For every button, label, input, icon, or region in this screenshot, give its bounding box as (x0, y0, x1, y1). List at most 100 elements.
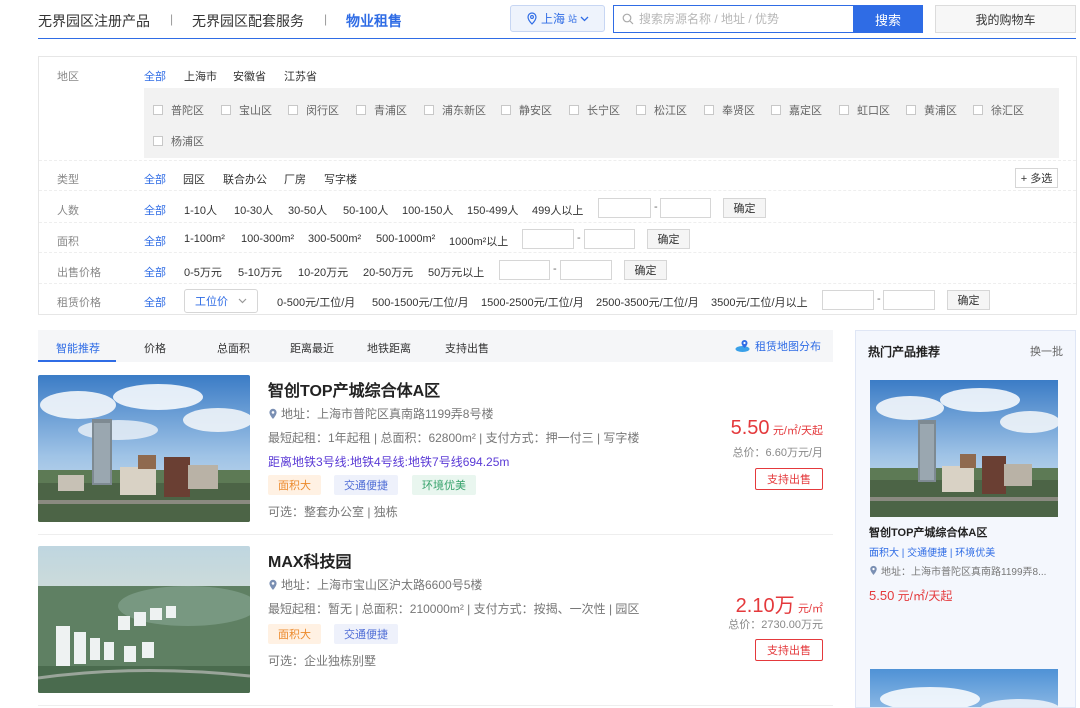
sale-price-option[interactable]: 0-5万元 (184, 264, 222, 280)
district-checkbox[interactable]: 徐汇区 (973, 102, 1024, 118)
area-option[interactable]: 300-500m² (308, 233, 361, 245)
filter-row-area: 面积 全部 1-100m² 100-300m² 300-500m² 500-10… (39, 225, 1076, 253)
type-option[interactable]: 联合办公 (223, 171, 267, 187)
people-option[interactable]: 1-10人 (184, 202, 217, 218)
region-option-anhui[interactable]: 安徽省 (233, 68, 266, 84)
hot-product-price: 5.50 元/㎡/天起 (869, 587, 952, 604)
search-input[interactable] (639, 12, 849, 26)
support-sale-button[interactable]: 支持出售 (755, 468, 823, 490)
people-option[interactable]: 10-30人 (234, 202, 273, 218)
listing-image[interactable] (38, 375, 250, 522)
district-checkbox[interactable]: 黄浦区 (906, 102, 957, 118)
district-checkbox[interactable]: 宝山区 (221, 102, 272, 118)
district-box: 普陀区 宝山区 闵行区 青浦区 浦东新区 静安区 长宁区 松江区 奉贤区 嘉定区… (144, 88, 1059, 158)
area-option[interactable]: 500-1000m² (376, 233, 435, 245)
region-option-all[interactable]: 全部 (144, 68, 166, 84)
location-pin-icon (269, 408, 277, 419)
sort-tab-sale[interactable]: 支持出售 (445, 340, 489, 356)
rent-map-label: 租赁地图分布 (755, 341, 821, 353)
support-sale-button[interactable]: 支持出售 (755, 639, 823, 661)
nav-link-property[interactable]: 物业租售 (346, 11, 402, 31)
nav-link-services[interactable]: 无界园区配套服务 (192, 11, 304, 31)
sale-price-option[interactable]: 10-20万元 (298, 264, 348, 280)
sort-tab-area[interactable]: 总面积 (217, 340, 250, 356)
multi-select-button[interactable]: + 多选 (1015, 168, 1058, 188)
sort-tab-metro[interactable]: 地铁距离 (367, 340, 411, 356)
area-option[interactable]: 100-300m² (241, 233, 294, 245)
people-max-input[interactable] (660, 198, 711, 218)
range-dash: - (877, 293, 881, 305)
district-checkbox[interactable]: 闵行区 (288, 102, 339, 118)
sale-price-option[interactable]: 5-10万元 (238, 264, 282, 280)
location-pin-icon (269, 579, 277, 590)
rent-map-link[interactable]: 租赁地图分布 (735, 338, 821, 354)
area-min-input[interactable] (522, 229, 574, 249)
district-checkbox[interactable]: 长宁区 (569, 102, 620, 118)
hot-price-unit: 元/㎡/天起 (894, 589, 953, 603)
district-checkbox[interactable]: 浦东新区 (424, 102, 486, 118)
hot-product-image[interactable] (870, 380, 1058, 517)
people-confirm-button[interactable]: 确定 (723, 198, 766, 218)
sale-price-option[interactable]: 20-50万元 (363, 264, 413, 280)
hot-product-image[interactable] (870, 669, 1058, 707)
people-min-input[interactable] (598, 198, 651, 218)
sale-price-option[interactable]: 全部 (144, 264, 166, 280)
sort-tab-smart[interactable]: 智能推荐 (56, 340, 100, 356)
sale-price-min-input[interactable] (499, 260, 550, 280)
area-option[interactable]: 1000m²以上 (449, 233, 508, 249)
sale-price-option[interactable]: 50万元以上 (428, 264, 484, 280)
sort-tab-distance[interactable]: 距离最近 (290, 340, 334, 356)
hot-product-tags: 面积大 | 交通便捷 | 环境优美 (869, 548, 996, 559)
region-option-shanghai[interactable]: 上海市 (184, 68, 217, 84)
rent-price-option[interactable]: 全部 (144, 294, 166, 310)
rent-price-confirm-button[interactable]: 确定 (947, 290, 990, 310)
region-option-jiangsu[interactable]: 江苏省 (284, 68, 317, 84)
area-option[interactable]: 全部 (144, 233, 166, 249)
type-option[interactable]: 厂房 (284, 171, 306, 187)
district-checkbox[interactable]: 松江区 (636, 102, 687, 118)
area-confirm-button[interactable]: 确定 (647, 229, 690, 249)
people-option[interactable]: 150-499人 (467, 202, 518, 218)
district-checkbox[interactable]: 奉贤区 (704, 102, 755, 118)
rent-price-option[interactable]: 2500-3500元/工位/月 (596, 294, 699, 310)
district-checkbox[interactable]: 普陀区 (153, 102, 204, 118)
area-option[interactable]: 1-100m² (184, 233, 225, 245)
people-option[interactable]: 100-150人 (402, 202, 453, 218)
area-max-input[interactable] (584, 229, 635, 249)
filter-row-sale-price: 出售价格 全部 0-5万元 5-10万元 10-20万元 20-50万元 50万… (39, 256, 1076, 284)
rent-price-min-input[interactable] (822, 290, 874, 310)
district-checkbox[interactable]: 青浦区 (356, 102, 407, 118)
district-checkbox[interactable]: 杨浦区 (153, 133, 204, 149)
listing-title[interactable]: 智创TOP产城综合体A区 (268, 377, 440, 401)
search-button[interactable]: 搜索 (853, 5, 923, 33)
type-option[interactable]: 写字楼 (324, 171, 357, 187)
type-option[interactable]: 园区 (183, 171, 205, 187)
sale-price-confirm-button[interactable]: 确定 (624, 260, 667, 280)
listing-image[interactable] (38, 546, 250, 693)
district-checkbox[interactable]: 虹口区 (839, 102, 890, 118)
district-checkbox[interactable]: 静安区 (501, 102, 552, 118)
district-checkbox[interactable]: 嘉定区 (771, 102, 822, 118)
sort-tab-price[interactable]: 价格 (144, 340, 166, 356)
cart-button[interactable]: 我的购物车 (935, 5, 1076, 33)
rent-price-option[interactable]: 0-500元/工位/月 (277, 294, 355, 310)
rent-price-option[interactable]: 1500-2500元/工位/月 (481, 294, 584, 310)
city-selector[interactable]: 上海 站 (510, 5, 605, 32)
people-option[interactable]: 30-50人 (288, 202, 327, 218)
rent-price-option[interactable]: 500-1500元/工位/月 (372, 294, 469, 310)
district-label: 徐汇区 (991, 105, 1024, 117)
listing-price: 2.10万 元/㎡ (736, 589, 823, 618)
sale-price-max-input[interactable] (560, 260, 612, 280)
type-option[interactable]: 全部 (144, 171, 166, 187)
people-option[interactable]: 499人以上 (532, 202, 583, 218)
nav-link-registration[interactable]: 无界园区注册产品 (38, 11, 150, 31)
people-option[interactable]: 全部 (144, 202, 166, 218)
rent-price-option[interactable]: 3500元/工位/月以上 (711, 294, 808, 310)
refresh-batch-button[interactable]: 换一批 (1030, 343, 1063, 359)
listing-title[interactable]: MAX科技园 (268, 548, 352, 572)
hot-product-title[interactable]: 智创TOP产城综合体A区 (869, 524, 987, 540)
people-option[interactable]: 50-100人 (343, 202, 388, 218)
rent-unit-select[interactable]: 工位价 (184, 289, 258, 313)
rent-price-max-input[interactable] (883, 290, 935, 310)
city-name: 上海 (540, 12, 565, 26)
